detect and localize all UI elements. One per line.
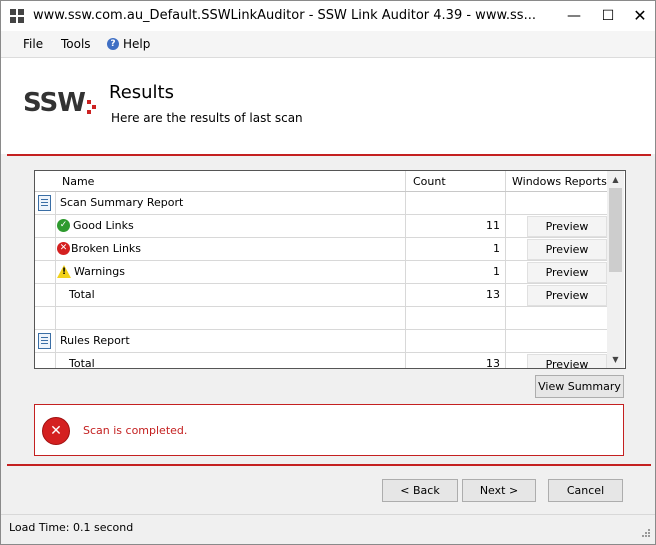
maximize-button[interactable]: ☐ — [593, 1, 623, 31]
page-subtitle: Here are the results of last scan — [111, 111, 303, 125]
cell-separator — [405, 307, 406, 329]
preview-button[interactable]: Preview — [527, 216, 607, 237]
preview-button[interactable]: Preview — [527, 262, 607, 283]
next-button[interactable]: Next > — [462, 479, 536, 502]
cell-separator — [405, 238, 406, 260]
status-panel: ✕ Scan is completed. — [34, 404, 624, 456]
scroll-down-icon[interactable]: ▼ — [607, 351, 624, 368]
cell-separator — [405, 192, 406, 214]
minimize-button[interactable]: — — [559, 1, 589, 31]
table-row[interactable]: Rules Report — [35, 330, 607, 353]
row-count: 13 — [486, 288, 500, 301]
menu-bar: File Tools ? Help — [1, 31, 655, 58]
error-icon: ✕ — [57, 242, 70, 255]
row-count: 13 — [486, 357, 500, 369]
status-bar: Load Time: 0.1 second — [1, 514, 655, 544]
load-time: Load Time: 0.1 second — [9, 521, 134, 534]
table-row[interactable]: ! Warnings 1 Preview — [35, 261, 607, 284]
ssw-logo: SSW — [23, 88, 96, 122]
app-window: www.ssw.com.au_Default.SSWLinkAuditor - … — [0, 0, 656, 545]
cell-separator — [505, 307, 506, 329]
row-name: Warnings — [74, 265, 125, 278]
close-button[interactable]: ✕ — [625, 1, 655, 31]
preview-button[interactable]: Preview — [527, 354, 607, 368]
row-gutter — [55, 261, 56, 283]
row-gutter — [55, 238, 56, 260]
cell-separator — [505, 284, 506, 306]
menu-help-label: Help — [123, 37, 151, 51]
table-row[interactable] — [35, 307, 607, 330]
cell-separator — [505, 192, 506, 214]
table-row[interactable]: ✓ Good Links 11 Preview — [35, 215, 607, 238]
back-button[interactable]: < Back — [382, 479, 458, 502]
cancel-button[interactable]: Cancel — [548, 479, 623, 502]
report-icon — [38, 333, 51, 349]
page-header: SSW Results Here are the results of last… — [1, 58, 655, 154]
view-summary-button[interactable]: View Summary — [535, 375, 624, 398]
row-name: Total — [69, 288, 95, 301]
row-name: Good Links — [73, 219, 134, 232]
preview-button[interactable]: Preview — [527, 239, 607, 260]
row-count: 11 — [486, 219, 500, 232]
error-icon: ✕ — [42, 417, 70, 445]
row-name: Rules Report — [60, 334, 130, 347]
table-row[interactable]: Scan Summary Report — [35, 192, 607, 215]
scroll-up-icon[interactable]: ▲ — [607, 171, 624, 188]
cell-separator — [505, 261, 506, 283]
table-row[interactable]: ✕ Broken Links 1 Preview — [35, 238, 607, 261]
menu-help[interactable]: ? Help — [107, 37, 150, 51]
cell-separator — [405, 353, 406, 368]
resize-grip-icon[interactable] — [639, 529, 651, 541]
grid-scrollbar[interactable]: ▲ ▼ — [607, 171, 624, 368]
row-count: 1 — [493, 242, 500, 255]
cell-separator — [505, 353, 506, 368]
footer-divider — [7, 464, 651, 466]
help-icon: ? — [107, 38, 119, 50]
grid-header: Name Count Windows Reports — [35, 171, 607, 192]
cell-separator — [405, 330, 406, 352]
column-header-count[interactable]: Count — [413, 175, 446, 188]
row-gutter — [55, 284, 56, 306]
page-title: Results — [109, 82, 174, 103]
content-area: Name Count Windows Reports Scan Summary … — [1, 156, 655, 465]
row-gutter — [55, 330, 56, 352]
menu-file[interactable]: File — [23, 37, 43, 51]
row-name: Scan Summary Report — [60, 196, 184, 209]
status-message: Scan is completed. — [83, 424, 188, 437]
column-header-name[interactable]: Name — [62, 175, 94, 188]
column-separator — [405, 171, 406, 191]
window-title: www.ssw.com.au_Default.SSWLinkAuditor - … — [33, 8, 536, 23]
logo-text: SSW — [23, 88, 86, 118]
row-name: Total — [69, 357, 95, 369]
report-icon — [38, 195, 51, 211]
row-count: 1 — [493, 265, 500, 278]
cell-separator — [505, 238, 506, 260]
row-gutter — [55, 192, 56, 214]
cell-separator — [405, 284, 406, 306]
warning-mark: ! — [62, 267, 67, 277]
preview-button[interactable]: Preview — [527, 285, 607, 306]
menu-tools[interactable]: Tools — [61, 37, 91, 51]
column-separator — [505, 171, 506, 191]
cell-separator — [505, 330, 506, 352]
cell-separator — [405, 215, 406, 237]
table-row[interactable]: Total 13 Preview — [35, 284, 607, 307]
table-row[interactable]: Total 13 Preview — [35, 353, 607, 369]
results-grid[interactable]: Name Count Windows Reports Scan Summary … — [34, 170, 626, 369]
logo-dot — [87, 110, 91, 114]
check-icon: ✓ — [57, 219, 70, 232]
row-name: Broken Links — [71, 242, 142, 255]
logo-dot — [92, 105, 96, 109]
wizard-footer: < Back Next > Cancel — [1, 467, 655, 513]
scrollbar-thumb[interactable] — [609, 188, 622, 272]
row-gutter — [55, 215, 56, 237]
cell-separator — [405, 261, 406, 283]
column-header-reports[interactable]: Windows Reports — [512, 175, 607, 188]
row-gutter — [55, 307, 56, 329]
title-bar[interactable]: www.ssw.com.au_Default.SSWLinkAuditor - … — [1, 1, 655, 31]
logo-dot — [87, 100, 91, 104]
app-icon — [10, 9, 24, 23]
cell-separator — [505, 215, 506, 237]
row-gutter — [55, 353, 56, 368]
